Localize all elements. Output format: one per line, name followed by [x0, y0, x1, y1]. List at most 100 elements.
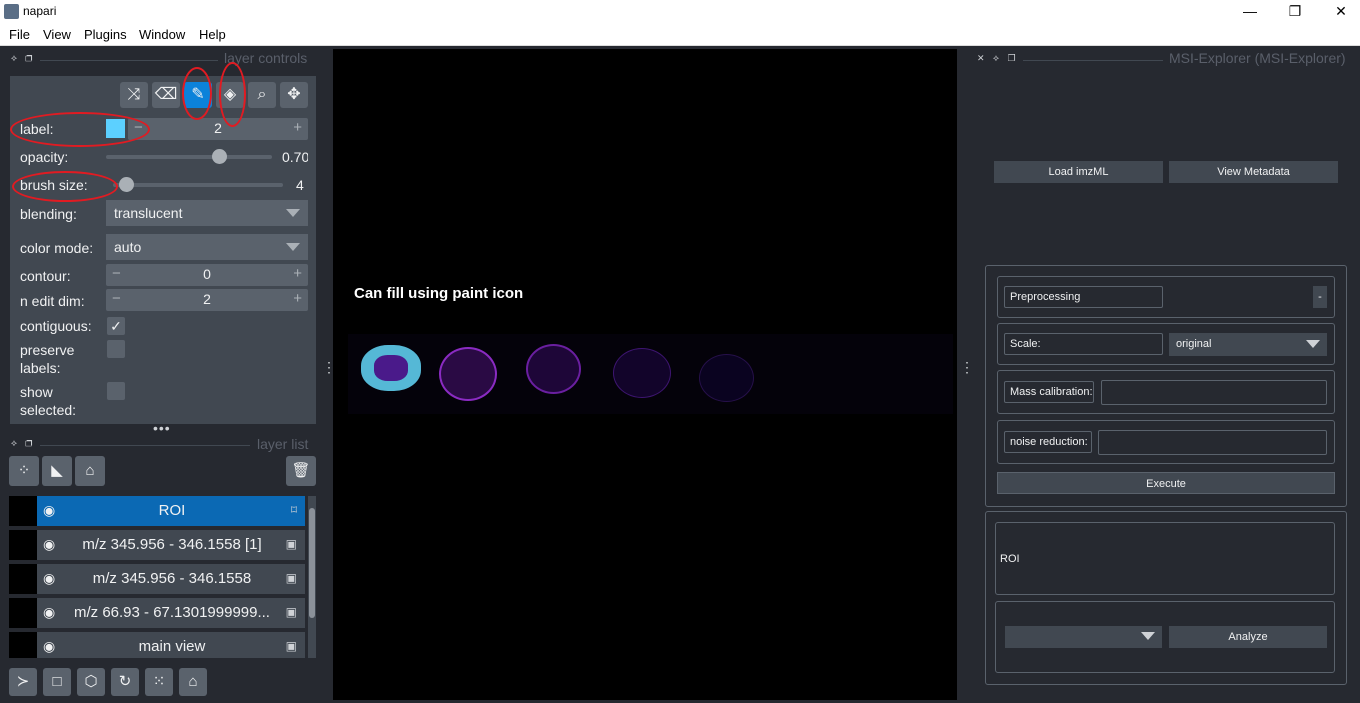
analysis-dropdown[interactable]	[1005, 626, 1162, 648]
opacity-slider[interactable]	[106, 155, 272, 159]
eye-icon[interactable]: ◉	[43, 502, 55, 519]
preserve-labels-checkbox[interactable]	[107, 340, 125, 358]
viewer-canvas[interactable]: Can fill using paint icon	[333, 49, 957, 700]
image-icon: ▣	[285, 537, 297, 551]
shuffle-icon[interactable]: ⤨	[120, 82, 148, 108]
new-labels-layer-icon[interactable]: ⌂	[75, 456, 105, 486]
eye-icon[interactable]: ◉	[43, 536, 55, 553]
dock-float-icon[interactable]: ⟡ ❐	[11, 438, 35, 449]
menu-plugins[interactable]: Plugins	[84, 27, 127, 42]
n-edit-dim-spinbox[interactable]: − 2 +	[106, 289, 308, 311]
menu-window[interactable]: Window	[139, 27, 185, 42]
color-mode-dropdown[interactable]: auto	[106, 234, 308, 260]
transpose-dims-icon[interactable]: ↻	[111, 668, 139, 696]
tissue-section	[699, 354, 754, 402]
analyze-button[interactable]: Analyze	[1169, 626, 1327, 648]
view-metadata-button[interactable]: View Metadata	[1169, 161, 1338, 183]
layer-thumbnail	[9, 632, 37, 658]
image-icon: ▣	[285, 605, 297, 619]
contour-increment[interactable]: +	[293, 265, 302, 282]
console-icon[interactable]: ≻	[9, 668, 37, 696]
splitter-handle-icon[interactable]: ⋮	[960, 360, 974, 374]
show-selected-label-line1: show	[20, 384, 53, 400]
color-mode-value: auto	[114, 239, 142, 255]
delete-layer-icon[interactable]: 🗑	[286, 456, 316, 486]
noise-reduction-input[interactable]	[1098, 430, 1327, 455]
tissue-section	[613, 348, 671, 398]
header-divider	[40, 60, 218, 61]
preprocessing-label: Preprocessing	[1004, 286, 1163, 308]
layer-row[interactable]: ◉ main view ▣	[9, 632, 305, 658]
scale-dropdown[interactable]: original	[1169, 333, 1327, 356]
layer-thumbnail	[9, 564, 37, 594]
new-shapes-layer-icon[interactable]: ◣	[42, 456, 72, 486]
layer-name: ROI	[158, 502, 186, 519]
eye-icon[interactable]: ◉	[43, 570, 55, 587]
minimize-button[interactable]: —	[1227, 0, 1273, 23]
layer-row[interactable]: ◉ m/z 345.956 - 346.1558 ▣	[9, 564, 305, 594]
collapse-button[interactable]: -	[1313, 286, 1327, 308]
menu-help[interactable]: Help	[199, 27, 226, 42]
canvas-annotation: Can fill using paint icon	[354, 285, 524, 302]
label-spinbox[interactable]: − 2 +	[128, 118, 308, 140]
contiguous-label: contiguous:	[20, 318, 92, 334]
header-divider	[1023, 60, 1163, 61]
annotation-ring-brush-size	[12, 171, 118, 202]
layer-row[interactable]: ◉ ROI ⌑	[9, 496, 305, 526]
header-divider	[40, 445, 250, 446]
eraser-icon[interactable]: ⌫	[152, 82, 180, 108]
layer-thumbnail	[9, 530, 37, 560]
layer-name: main view	[138, 638, 206, 655]
contour-spinbox[interactable]: − 0 +	[106, 264, 308, 286]
eye-icon[interactable]: ◉	[43, 604, 55, 621]
contiguous-checkbox[interactable]: ✓	[107, 317, 125, 335]
menu-file[interactable]: File	[9, 27, 30, 42]
tag-icon: ⌑	[290, 503, 297, 517]
roll-dims-icon[interactable]: ⬡	[77, 668, 105, 696]
n-edit-dim-value: 2	[203, 291, 211, 307]
color-picker-icon[interactable]: ⌕	[248, 82, 276, 108]
load-imzml-button[interactable]: Load imzML	[994, 161, 1163, 183]
toggle-ndisplay-icon[interactable]: □	[43, 668, 71, 696]
napari-app-icon	[4, 4, 19, 19]
show-selected-checkbox[interactable]	[107, 382, 125, 400]
chevron-down-icon	[286, 209, 300, 217]
menu-view[interactable]: View	[43, 27, 71, 42]
contour-value: 0	[203, 266, 211, 282]
scrollbar-handle[interactable]	[309, 508, 315, 618]
preserve-labels-label-line1: preserve	[20, 342, 75, 358]
brush-size-slider-handle[interactable]	[119, 177, 134, 192]
layer-row[interactable]: ◉ m/z 345.956 - 346.1558 [1] ▣	[9, 530, 305, 560]
splitter-handle-icon[interactable]: ⋮	[322, 360, 336, 374]
brush-size-value: 4	[296, 177, 304, 193]
home-icon[interactable]: ⌂	[179, 668, 207, 696]
layer-row[interactable]: ◉ m/z 66.93 - 67.1301999999... ▣	[9, 598, 305, 628]
dock-float-icon[interactable]: ⟡ ❐	[11, 53, 35, 64]
maximize-button[interactable]: ❐	[1272, 0, 1318, 23]
layer-thumbnail	[9, 496, 37, 526]
label-increment[interactable]: +	[293, 119, 302, 136]
n-edit-dim-increment[interactable]: +	[293, 290, 302, 307]
grid-view-icon[interactable]: ⁙	[145, 668, 173, 696]
execute-button[interactable]: Execute	[997, 472, 1335, 494]
new-points-layer-icon[interactable]: ⁘	[9, 456, 39, 486]
blending-dropdown[interactable]: translucent	[106, 200, 308, 226]
eye-icon[interactable]: ◉	[43, 638, 55, 655]
mass-calibration-input[interactable]	[1101, 380, 1327, 405]
splitter-handle-icon[interactable]: •••	[153, 420, 171, 436]
scale-value: original	[1176, 338, 1212, 350]
image-icon: ▣	[285, 571, 297, 585]
tissue-section	[439, 347, 497, 401]
layer-name: m/z 345.956 - 346.1558	[92, 570, 252, 587]
dock-close-float-icon[interactable]: ✕ ⟡ ❐	[977, 53, 1019, 64]
opacity-slider-handle[interactable]	[212, 149, 227, 164]
show-selected-label-line2: selected:	[20, 402, 77, 418]
chevron-down-icon	[1306, 340, 1320, 348]
msi-explorer-header: MSI-Explorer (MSI-Explorer)	[1169, 50, 1346, 66]
annotation-ring-fill	[219, 62, 246, 127]
close-button[interactable]: ✕	[1318, 0, 1360, 23]
n-edit-dim-label: n edit dim:	[20, 293, 85, 309]
brush-size-slider[interactable]	[113, 183, 283, 187]
layer-list-scrollbar[interactable]	[308, 496, 316, 658]
pan-zoom-icon[interactable]: ✥	[280, 82, 308, 108]
